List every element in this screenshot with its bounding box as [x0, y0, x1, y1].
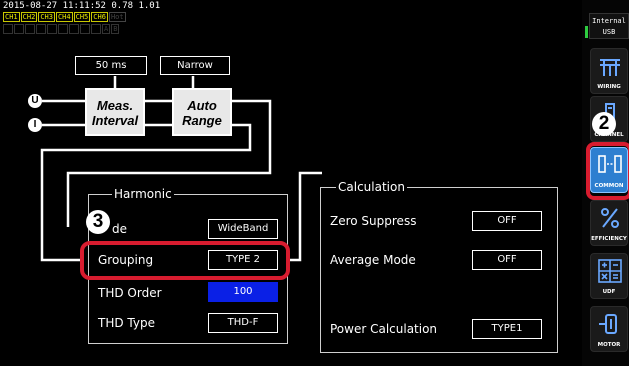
auto-range-block: Auto Range [172, 88, 232, 136]
current-input-marker: I [28, 118, 42, 132]
power-calculation-value[interactable]: TYPE1 [472, 319, 542, 339]
harmonic-mode-label: de [112, 222, 127, 236]
thd-type-label: THD Type [98, 316, 155, 330]
usb-label: USB [602, 28, 616, 36]
thd-order-value[interactable]: 100 [208, 282, 278, 302]
harmonic-mode-value[interactable]: WideBand [208, 219, 278, 239]
common-highlight [586, 142, 629, 200]
auto-range-label-line1: Auto [187, 98, 217, 113]
efficiency-button[interactable]: EFFICIENCY [590, 200, 628, 246]
meas-interval-block: Meas. Interval [85, 88, 145, 136]
motor-button-label: MOTOR [597, 342, 621, 348]
step-3-badge: 3 [86, 210, 110, 234]
average-mode-value[interactable]: OFF [472, 250, 542, 270]
motor-icon [599, 314, 617, 334]
thd-type-value[interactable]: THD-F [208, 313, 278, 333]
voltage-input-marker: U [28, 94, 42, 108]
wiring-button[interactable]: WIRING [590, 48, 628, 94]
udf-button[interactable]: UDF [590, 253, 628, 299]
step-2-badge: 2 [592, 112, 616, 136]
average-mode-label: Average Mode [330, 253, 416, 267]
grouping-highlight [80, 241, 290, 280]
efficiency-button-label: EFFICIENCY [591, 236, 627, 242]
efficiency-icon [601, 208, 619, 228]
zero-suppress-label: Zero Suppress [330, 214, 417, 228]
motor-button[interactable]: MOTOR [590, 306, 628, 352]
zero-suppress-value[interactable]: OFF [472, 211, 542, 231]
instrument-screen: 2015-08-27 11:11:52 0.78 1.01 CH1 CH2 CH… [0, 0, 629, 366]
wiring-icon [600, 59, 620, 76]
storage-level-bar [585, 26, 588, 38]
udf-icon [598, 259, 622, 283]
udf-button-label: UDF [602, 289, 616, 295]
storage-indicator: Internal USB [585, 13, 629, 39]
internal-label: Internal [592, 17, 626, 25]
auto-range-value-box[interactable]: Narrow [160, 56, 230, 75]
calculation-title: Calculation [336, 180, 407, 194]
power-calculation-label: Power Calculation [330, 322, 438, 336]
meas-interval-label-line2: Interval [91, 113, 139, 128]
harmonic-title: Harmonic [112, 187, 174, 201]
meas-interval-label-line1: Meas. [96, 98, 134, 113]
thd-order-label: THD Order [98, 286, 162, 300]
meas-interval-value-box[interactable]: 50 ms [75, 56, 147, 75]
auto-range-label-line2: Range [182, 113, 222, 128]
wiring-button-label: WIRING [597, 84, 621, 90]
